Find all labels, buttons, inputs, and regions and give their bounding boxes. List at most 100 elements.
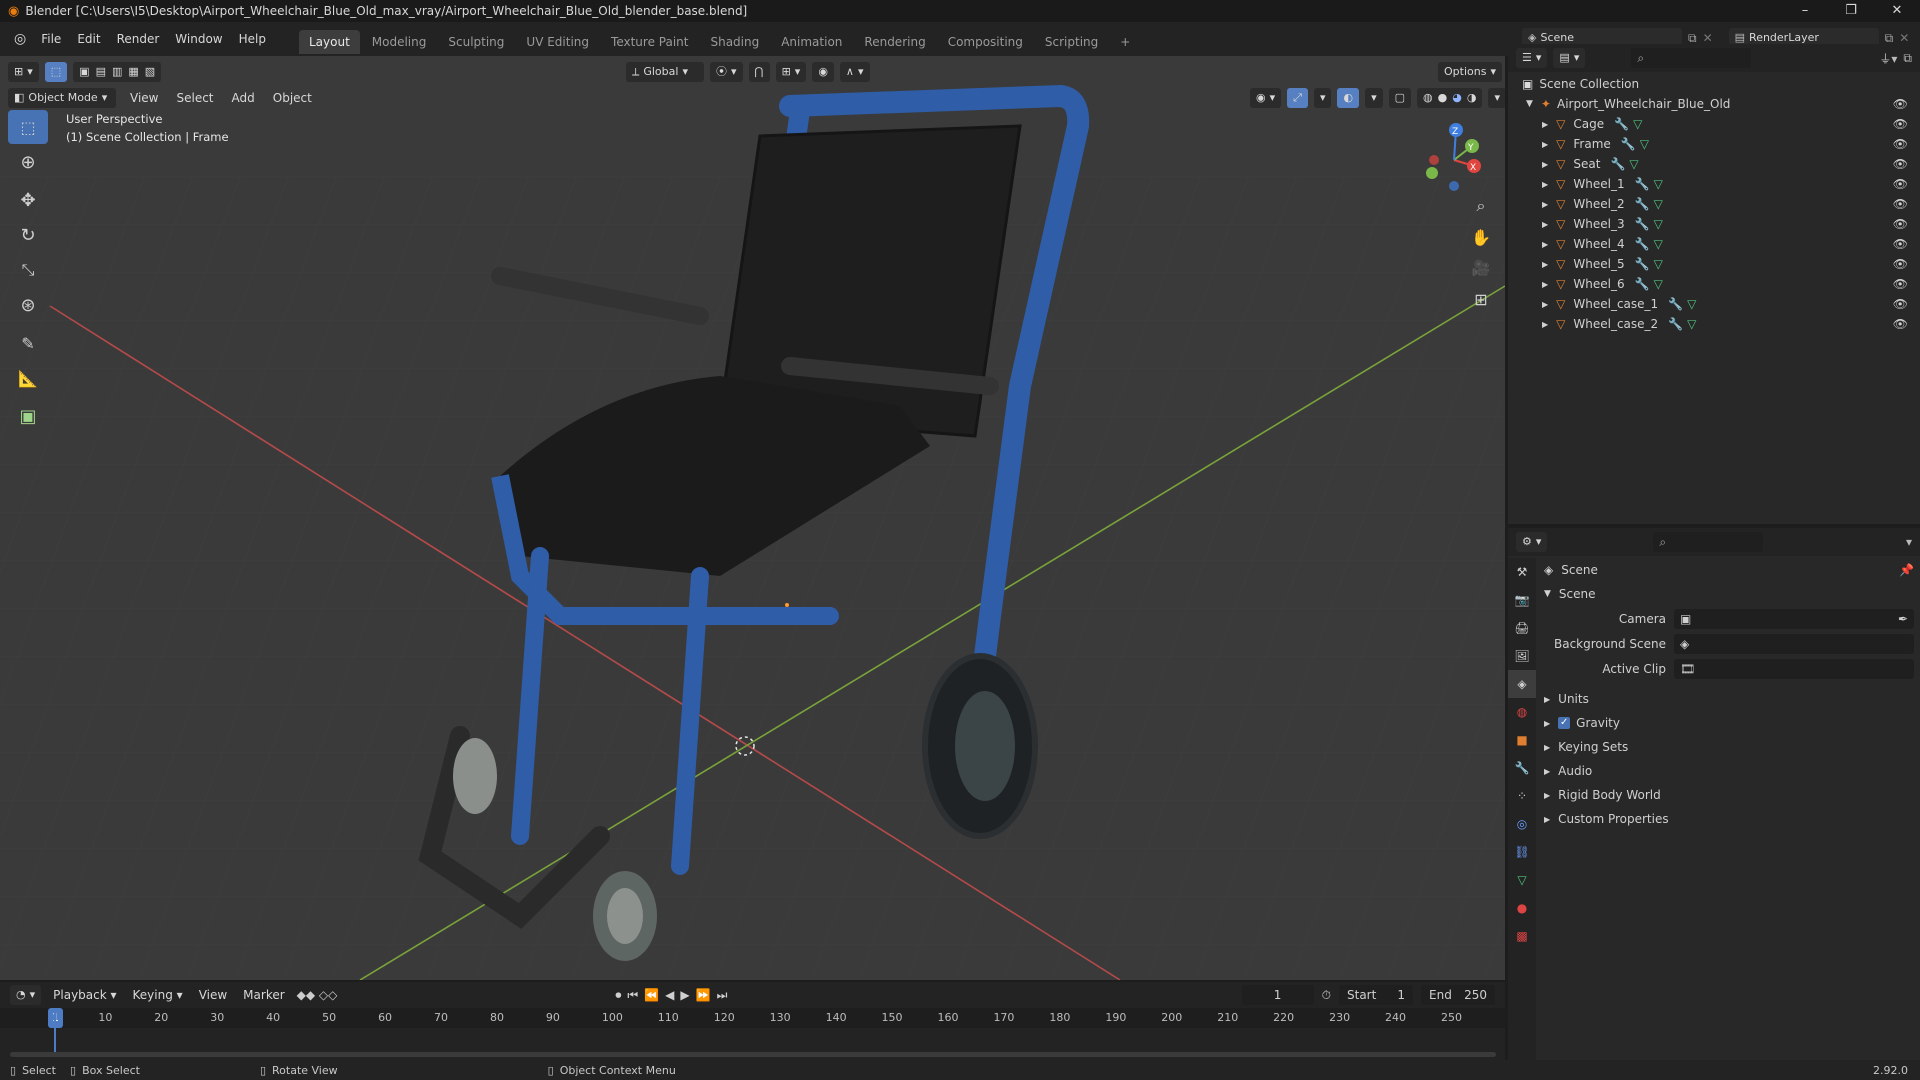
tab-layout[interactable]: Layout xyxy=(298,30,360,54)
menu-select[interactable]: Select xyxy=(172,88,217,108)
current-frame-field[interactable]: 1 xyxy=(1241,985,1314,1005)
expand-arrow-icon[interactable]: ▶ xyxy=(1542,320,1548,329)
properties-section[interactable]: ▶ ✓ Gravity xyxy=(1544,711,1914,735)
expand-arrow-icon[interactable]: ▶ xyxy=(1542,160,1548,169)
properties-section[interactable]: ▶ Audio xyxy=(1544,759,1914,783)
keyframe-icons[interactable]: ◆◆ ◇◇ xyxy=(297,988,338,1002)
properties-section[interactable]: ▶ Rigid Body World xyxy=(1544,783,1914,807)
active-clip-field[interactable]: 🎞 xyxy=(1674,658,1914,679)
outliner-object-row[interactable]: ▶ ▽ Wheel_5 🔧 ▽ 👁 xyxy=(1522,254,1920,274)
pivot-point-dropdown[interactable]: ⦿ ▾ xyxy=(710,62,743,82)
menu-add[interactable]: Add xyxy=(228,88,259,108)
outliner-object-row[interactable]: ▶ ▽ Cage 🔧 ▽ 👁 xyxy=(1522,114,1920,134)
menu-window[interactable]: Window xyxy=(168,22,229,56)
options-dropdown[interactable]: Options ▾ xyxy=(1438,62,1502,82)
expand-arrow-icon[interactable]: ▶ xyxy=(1542,300,1548,309)
jump-start-icon[interactable]: ⏮ xyxy=(627,988,638,1003)
frame-ruler[interactable]: 1102030405060708090100110120130140150160… xyxy=(0,1008,1505,1028)
tab-physics[interactable]: ◎ xyxy=(1508,810,1536,838)
outliner-object-row[interactable]: ▶ ▽ Wheel_case_1 🔧 ▽ 👁 xyxy=(1522,294,1920,314)
menu-playback[interactable]: Playback ▾ xyxy=(49,985,120,1005)
proportional-edit-toggle[interactable]: ◉ xyxy=(812,62,834,82)
menu-view[interactable]: View xyxy=(126,88,162,108)
tab-scene[interactable]: ◈ xyxy=(1508,670,1536,698)
ortho-toggle-button[interactable]: ⊞ xyxy=(1466,284,1496,314)
outliner-scene-collection[interactable]: ▣ Scene Collection xyxy=(1522,74,1920,94)
outliner-object-row[interactable]: ▶ ▽ Wheel_6 🔧 ▽ 👁 xyxy=(1522,274,1920,294)
menu-help[interactable]: Help xyxy=(232,22,273,56)
tab-modifiers[interactable]: 🔧 xyxy=(1508,754,1536,782)
tab-texture-paint[interactable]: Texture Paint xyxy=(601,30,698,54)
gravity-checkbox[interactable]: ✓ xyxy=(1558,717,1571,729)
add-workspace-button[interactable]: + xyxy=(1110,30,1140,54)
editor-type-button[interactable]: ⊞ ▾ xyxy=(8,62,39,82)
options-chevron-icon[interactable]: ▾ xyxy=(1906,535,1912,549)
snap-target-dropdown[interactable]: ⊞ ▾ xyxy=(775,62,807,82)
gizmo-dropdown[interactable]: ▾ xyxy=(1313,88,1332,108)
visibility-eye-icon[interactable]: 👁 xyxy=(1893,137,1908,151)
eyedropper-icon[interactable]: ✒ xyxy=(1898,612,1908,626)
visibility-eye-icon[interactable]: 👁 xyxy=(1893,117,1908,131)
expand-arrow-icon[interactable]: ▶ xyxy=(1542,200,1548,209)
maximize-button[interactable]: ❐ xyxy=(1828,0,1874,22)
navigation-gizmo[interactable]: X Y Z xyxy=(1418,116,1498,196)
visibility-eye-icon[interactable]: 👁 xyxy=(1893,197,1908,211)
outliner-object-row[interactable]: ▶ ▽ Frame 🔧 ▽ 👁 xyxy=(1522,134,1920,154)
tab-sculpting[interactable]: Sculpting xyxy=(438,30,514,54)
blender-menu-icon[interactable]: ◎ xyxy=(8,31,32,47)
visibility-eye-icon[interactable]: 👁 xyxy=(1893,317,1908,331)
camera-field[interactable]: ▣ ✒ xyxy=(1674,608,1914,629)
tab-scripting[interactable]: Scripting xyxy=(1035,30,1108,54)
menu-keying[interactable]: Keying ▾ xyxy=(129,985,187,1005)
play-icon[interactable]: ▶ xyxy=(680,988,689,1002)
background-scene-field[interactable]: ◈ xyxy=(1674,633,1914,654)
next-keyframe-icon[interactable]: ⏩ xyxy=(696,988,711,1002)
tab-particles[interactable]: ⁘ xyxy=(1508,782,1536,810)
visibility-eye-icon[interactable]: 👁 xyxy=(1893,277,1908,291)
delete-layer-icon[interactable]: ✕ xyxy=(1899,31,1909,45)
properties-section[interactable]: ▶ Custom Properties xyxy=(1544,807,1914,831)
falloff-dropdown[interactable]: ∧ ▾ xyxy=(839,62,870,82)
pin-icon[interactable]: 📌 xyxy=(1899,563,1914,577)
pan-button[interactable]: ✋ xyxy=(1466,222,1496,252)
record-icon[interactable]: ⏺ xyxy=(615,988,621,1003)
snap-toggle[interactable]: ⋂ xyxy=(748,62,770,82)
outliner-object-row[interactable]: ▶ ▽ Wheel_case_2 🔧 ▽ 👁 xyxy=(1522,314,1920,334)
outliner-object-row[interactable]: ▶ ▽ Wheel_2 🔧 ▽ 👁 xyxy=(1522,194,1920,214)
shading-modes[interactable]: ◍ ● ◕ ◑ xyxy=(1417,88,1483,108)
menu-file[interactable]: File xyxy=(34,22,68,56)
xray-toggle[interactable]: ▢ xyxy=(1388,88,1412,108)
move-tool[interactable]: ✥ xyxy=(8,183,48,217)
stopwatch-icon[interactable]: ⏱ xyxy=(1322,988,1331,1003)
display-mode-dropdown[interactable]: ▤ ▾ xyxy=(1553,48,1586,68)
menu-object[interactable]: Object xyxy=(269,88,316,108)
minimize-button[interactable]: – xyxy=(1782,0,1828,22)
timeline-scrollbar[interactable] xyxy=(10,1052,1496,1057)
outliner-editor-type[interactable]: ☰ ▾ xyxy=(1516,48,1548,68)
outliner-search-input[interactable]: ⌕ xyxy=(1631,48,1752,68)
3d-viewport[interactable]: ⊞ ▾ ⬚ ▣ ▤ ▥ ▦ ▧ ⟂ Global ▾ ⦿ ▾ ⋂ ⊞ ▾ ◉ ∧ ▾ Options… xyxy=(0,56,1505,980)
add-cube-tool[interactable]: ▣ xyxy=(8,399,48,433)
menu-render[interactable]: Render xyxy=(110,22,167,56)
overlay-dropdown[interactable]: ▾ xyxy=(1365,88,1383,108)
rotate-tool[interactable]: ↻ xyxy=(8,218,48,252)
expand-arrow-icon[interactable]: ▶ xyxy=(1542,260,1548,269)
expand-arrow-icon[interactable]: ▶ xyxy=(1542,280,1548,289)
visibility-eye-icon[interactable]: 👁 xyxy=(1893,257,1908,271)
tab-rendering[interactable]: Rendering xyxy=(854,30,935,54)
visibility-eye-icon[interactable]: 👁 xyxy=(1893,237,1908,251)
visibility-eye-icon[interactable]: 👁 xyxy=(1893,177,1908,191)
properties-section[interactable]: ▶ Units xyxy=(1544,687,1914,711)
delete-scene-icon[interactable]: ✕ xyxy=(1703,31,1713,45)
tab-uv-editing[interactable]: UV Editing xyxy=(516,30,599,54)
tab-world[interactable]: ◍ xyxy=(1508,698,1536,726)
mode-dropdown[interactable]: ◧ Object Mode ▾ xyxy=(8,88,116,108)
visibility-dropdown[interactable]: ◉ ▾ xyxy=(1250,88,1282,108)
select-mode-button[interactable]: ⬚ xyxy=(44,62,68,82)
camera-view-button[interactable]: 🎥 xyxy=(1466,253,1496,283)
tab-tool[interactable]: ⚒ xyxy=(1508,558,1536,586)
properties-section[interactable]: ▶ Keying Sets xyxy=(1544,735,1914,759)
outliner-object-row[interactable]: ▶ ▽ Seat 🔧 ▽ 👁 xyxy=(1522,154,1920,174)
cursor-tool[interactable]: ⊕ xyxy=(8,145,48,179)
zoom-button[interactable]: ⌕ xyxy=(1466,191,1496,221)
